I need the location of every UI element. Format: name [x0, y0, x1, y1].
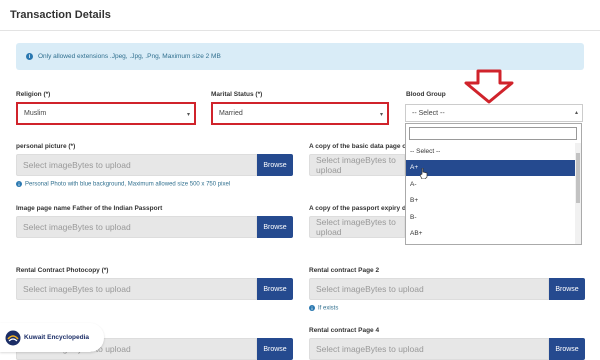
rental-photocopy-input[interactable]: Select imageBytes to upload — [16, 278, 257, 300]
info-icon: i — [309, 305, 315, 311]
rental-page3-browse-button[interactable]: Browse — [257, 338, 293, 360]
extensions-info-banner: i Only allowed extensions .Jpeg, .Jpg, .… — [16, 43, 584, 70]
if-exists-text: If exists — [318, 305, 339, 312]
blood-group-value: -- Select -- — [412, 109, 445, 117]
dropdown-option[interactable]: AB+ — [406, 226, 576, 243]
personal-picture-label: personal picture (*) — [16, 143, 76, 150]
chevron-down-icon: ▾ — [379, 112, 383, 118]
personal-picture-input[interactable]: Select imageBytes to upload — [16, 154, 257, 176]
title-divider — [0, 30, 600, 31]
rental-page4-input[interactable]: Select imageBytes to upload — [309, 338, 549, 360]
logo-text: Kuwait Encyclopedia — [24, 334, 90, 341]
info-icon: i — [16, 181, 22, 187]
rental-page2-input[interactable]: Select imageBytes to upload — [309, 278, 549, 300]
rental-page2-label: Rental contract Page 2 — [309, 267, 380, 274]
dropdown-option-list: -- Select -- A+ A- B+ B- AB+ — [406, 143, 576, 242]
rental-page2-browse-button[interactable]: Browse — [549, 278, 585, 300]
red-arrow-down-icon — [464, 69, 514, 104]
info-icon: i — [26, 53, 33, 60]
father-passport-input[interactable]: Select imageBytes to upload — [16, 216, 257, 238]
if-exists-hint: i If exists — [309, 305, 338, 312]
marital-status-value: Married — [219, 110, 243, 117]
rental-page4-browse-button[interactable]: Browse — [549, 338, 585, 360]
dropdown-option[interactable]: B- — [406, 209, 576, 226]
passport-expiry-input[interactable]: Select imageBytes to upload — [309, 216, 405, 238]
chevron-up-icon: ▴ — [574, 110, 578, 116]
section-title: Transaction Details — [10, 9, 111, 21]
religion-select[interactable]: Muslim ▾ — [16, 102, 196, 125]
passport-expiry-label: A copy of the passport expiry date — [309, 205, 416, 212]
dropdown-scrollbar[interactable] — [575, 143, 581, 244]
personal-picture-browse-button[interactable]: Browse — [257, 154, 293, 176]
father-passport-browse-button[interactable]: Browse — [257, 216, 293, 238]
dropdown-option[interactable]: -- Select -- — [406, 143, 576, 160]
rental-page4-label: Rental contract Page 4 — [309, 327, 380, 334]
marital-status-select[interactable]: Married ▾ — [211, 102, 389, 125]
rental-photocopy-browse-button[interactable]: Browse — [257, 278, 293, 300]
personal-hint-text: Personal Photo with blue background, Max… — [25, 181, 231, 188]
dropdown-search-input[interactable] — [409, 127, 577, 140]
religion-label: Religion (*) — [16, 91, 51, 98]
dropdown-option[interactable]: A+ — [406, 159, 576, 176]
marital-status-label: Marital Status (*) — [211, 91, 263, 98]
scrollbar-thumb[interactable] — [576, 153, 580, 203]
logo-mark-icon — [5, 330, 21, 345]
dropdown-option[interactable]: B+ — [406, 193, 576, 210]
kuwait-encyclopedia-logo: Kuwait Encyclopedia — [0, 323, 104, 352]
blood-group-dropdown[interactable]: -- Select -- A+ A- B+ B- AB+ — [405, 123, 582, 245]
rental-photocopy-label: Rental Contract Photocopy (*) — [16, 267, 109, 274]
personal-picture-hint: i Personal Photo with blue background, Ma… — [16, 181, 230, 188]
dropdown-option[interactable]: A- — [406, 176, 576, 193]
religion-value: Muslim — [24, 110, 47, 117]
hand-cursor-icon — [419, 167, 428, 182]
basic-data-page-input[interactable]: Select imageBytes to upload — [309, 154, 405, 176]
blood-group-label: Blood Group — [406, 91, 446, 98]
banner-text: Only allowed extensions .Jpeg, .Jpg, .Pn… — [38, 53, 221, 60]
blood-group-select[interactable]: -- Select -- ▴ — [405, 104, 583, 122]
chevron-down-icon: ▾ — [186, 112, 190, 118]
father-passport-label: Image page name Father of the Indian Pas… — [16, 205, 163, 212]
basic-data-page-label: A copy of the basic data page of t — [309, 143, 413, 150]
